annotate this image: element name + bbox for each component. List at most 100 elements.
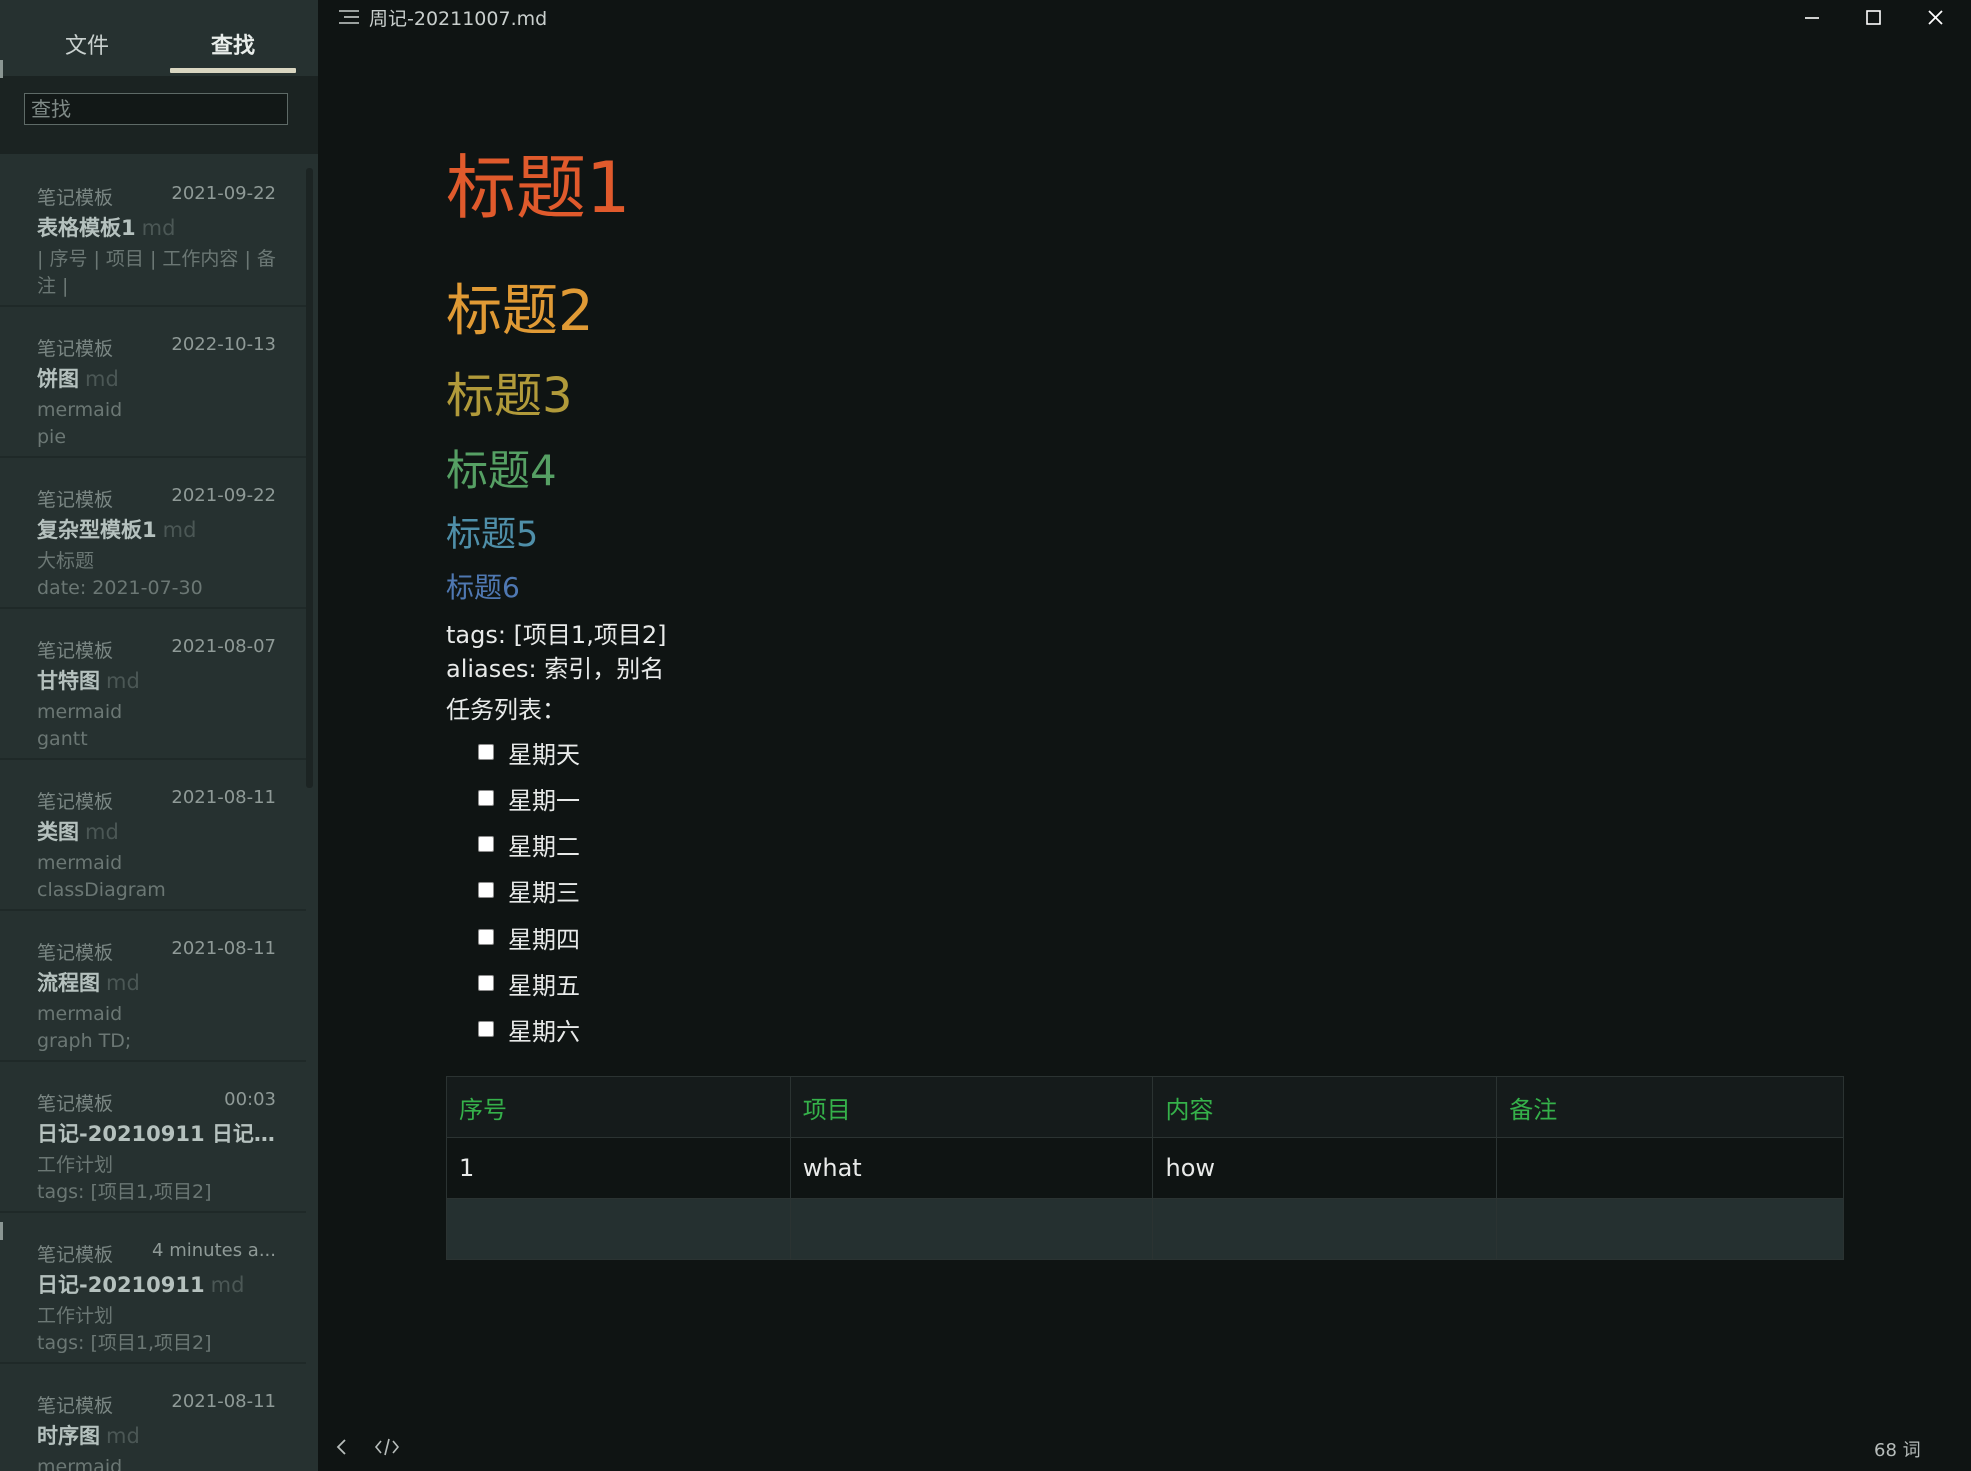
markdown-table[interactable]: 序号 项目 内容 备注 1 what how <box>446 1076 1844 1260</box>
back-icon[interactable] <box>334 1436 350 1462</box>
heading-6: 标题6 <box>446 571 520 604</box>
aliases-line: aliases: 索引，别名 <box>446 655 665 683</box>
result-title: 复杂型模板1 md <box>37 514 196 544</box>
result-snippet-line: mermaid <box>37 1456 123 1471</box>
search-result-item[interactable]: 笔记模板 2021-09-22 复杂型模板1 md 大标题 date: 2021-07-3… <box>0 458 306 609</box>
minimize-icon[interactable] <box>1791 4 1831 32</box>
table-cell[interactable]: how <box>1152 1137 1498 1199</box>
result-date: 2021-08-11 <box>171 787 276 808</box>
result-folder: 笔记模板 <box>37 640 114 662</box>
close-icon[interactable] <box>1915 4 1955 32</box>
result-snippet-line: gantt <box>37 728 88 750</box>
search-input[interactable] <box>24 93 288 125</box>
search-result-item[interactable]: 笔记模板 2021-08-07 甘特图 md mermaid gantt <box>0 609 306 760</box>
document-title: 周记-20211007.md <box>369 8 548 30</box>
result-snippet-line: 工作计划 <box>37 1305 114 1327</box>
table-cell[interactable] <box>446 1198 791 1260</box>
result-date: 2021-08-11 <box>171 1391 276 1412</box>
table-header-cell[interactable]: 序号 <box>446 1076 791 1138</box>
result-title-text: 甘特图 <box>37 669 100 693</box>
search-results-list: 笔记模板 2021-09-22 表格模板1 md | 序号 | 项目 | 工作内容 | … <box>0 156 306 1471</box>
result-title-text: 日记-20210911 日记模板... <box>37 1122 287 1146</box>
result-title: 甘特图 md <box>37 665 140 695</box>
sidebar: 文件 查找 笔记模板2021-09-22表格模板1md| 序号 | 项目 | 工… <box>0 0 318 1471</box>
result-snippet: 工作计划 tags: [项目1,项目2] <box>37 1152 287 1206</box>
table-cell[interactable]: what <box>789 1137 1154 1199</box>
table-cell[interactable] <box>1496 1137 1844 1199</box>
task-checkbox[interactable] <box>478 1021 494 1037</box>
table-cell[interactable] <box>1496 1198 1844 1260</box>
result-snippet-line: date: 2021-07-30 <box>37 577 203 599</box>
task-checkbox[interactable] <box>478 929 494 945</box>
search-result-item[interactable]: 笔记模板 2021-08-11 类图 md mermaid classDiagram <box>0 760 306 911</box>
tags-line: tags: [项目1,项目2] <box>446 621 667 649</box>
result-snippet: mermaid graph TD; <box>37 1001 287 1055</box>
edge-marker <box>0 60 3 78</box>
task-checkbox[interactable] <box>478 790 494 806</box>
search-result-item[interactable]: 笔记模板 2021-08-11 时序图 md mermaid <box>0 1364 306 1471</box>
search-result-item[interactable]: 笔记模板 4 minutes a... 日记-20210911 md 工作计划 tags:… <box>0 1213 306 1364</box>
result-snippet: mermaid <box>37 1454 287 1471</box>
active-tab-indicator <box>170 68 296 73</box>
search-result-item[interactable]: 笔记模板 2022-10-13 饼图 md mermaid pie <box>0 307 306 458</box>
task-label: 星期三 <box>508 879 580 907</box>
task-checkbox[interactable] <box>478 836 494 852</box>
result-title-text: 类图 <box>37 820 79 844</box>
table-header-cell[interactable]: 备注 <box>1496 1076 1844 1138</box>
table-cell[interactable] <box>789 1198 1154 1260</box>
result-date: 2021-08-11 <box>171 938 276 959</box>
table-cell[interactable] <box>1152 1198 1498 1260</box>
task-label: 星期一 <box>508 787 580 815</box>
result-date: 4 minutes a... <box>152 1240 276 1261</box>
task-checkbox[interactable] <box>478 882 494 898</box>
result-title: 日记-20210911 md <box>37 1269 244 1299</box>
tab-search[interactable]: 查找 <box>211 28 255 60</box>
result-folder: 笔记模板 <box>37 338 114 360</box>
table-cell[interactable]: 1 <box>446 1137 791 1199</box>
task-label: 星期四 <box>508 926 580 954</box>
result-folder: 笔记模板 <box>37 187 114 209</box>
task-list-heading: 任务列表： <box>446 696 566 724</box>
result-title-text: 饼图 <box>37 367 79 391</box>
outline-menu-icon[interactable] <box>338 8 360 30</box>
heading-1: 标题1 <box>446 147 631 229</box>
search-result-item[interactable]: 笔记模板 2021-09-22 表格模板1 md | 序号 | 项目 | 工作内容 | … <box>0 156 306 307</box>
result-title: 类图 md <box>37 816 119 846</box>
sidebar-scrollbar[interactable] <box>306 168 313 788</box>
result-snippet: mermaid classDiagram <box>37 850 287 904</box>
result-title: 日记-20210911 日记模板... <box>37 1118 287 1148</box>
result-folder: 笔记模板 <box>37 1093 114 1115</box>
result-title-text: 表格模板1 <box>37 216 136 240</box>
result-extension: md <box>106 1424 140 1448</box>
result-extension: md <box>141 216 176 240</box>
table-row: 1 what how <box>446 1137 1844 1199</box>
result-snippet-line: tags: [项目1,项目2] <box>37 1181 212 1203</box>
result-extension: md <box>210 1273 245 1297</box>
result-extension: md <box>162 518 197 542</box>
search-result-item[interactable]: 笔记模板 2021-08-11 流程图 md mermaid graph TD; <box>0 911 306 1062</box>
result-snippet-line: 工作计划 <box>37 1154 114 1176</box>
task-label: 星期五 <box>508 972 580 1000</box>
task-label: 星期天 <box>508 741 580 769</box>
result-snippet: | 序号 | 项目 | 工作内容 | 备注 | <box>37 246 287 300</box>
task-checkbox[interactable] <box>478 744 494 760</box>
table-header-cell[interactable]: 内容 <box>1152 1076 1498 1138</box>
task-checkbox[interactable] <box>478 975 494 991</box>
source-code-icon[interactable] <box>374 1436 400 1462</box>
maximize-icon[interactable] <box>1853 4 1893 32</box>
heading-2: 标题2 <box>446 279 594 344</box>
result-snippet: mermaid gantt <box>37 699 287 753</box>
result-folder: 笔记模板 <box>37 489 114 511</box>
result-title-text: 复杂型模板1 <box>37 518 157 542</box>
result-title-text: 流程图 <box>37 971 100 995</box>
result-snippet-line: tags: [项目1,项目2] <box>37 1332 212 1354</box>
table-header-row: 序号 项目 内容 备注 <box>446 1076 1844 1138</box>
result-snippet-line: 大标题 <box>37 550 95 572</box>
result-snippet: 大标题 date: 2021-07-30 <box>37 548 287 602</box>
result-title-text: 时序图 <box>37 1424 100 1448</box>
table-header-cell[interactable]: 项目 <box>789 1076 1154 1138</box>
result-folder: 笔记模板 <box>37 942 114 964</box>
search-result-item[interactable]: 笔记模板 00:03 日记-20210911 日记模板... 工作计划 tags: [项… <box>0 1062 306 1213</box>
tab-files[interactable]: 文件 <box>65 28 109 60</box>
heading-4: 标题4 <box>446 446 557 495</box>
